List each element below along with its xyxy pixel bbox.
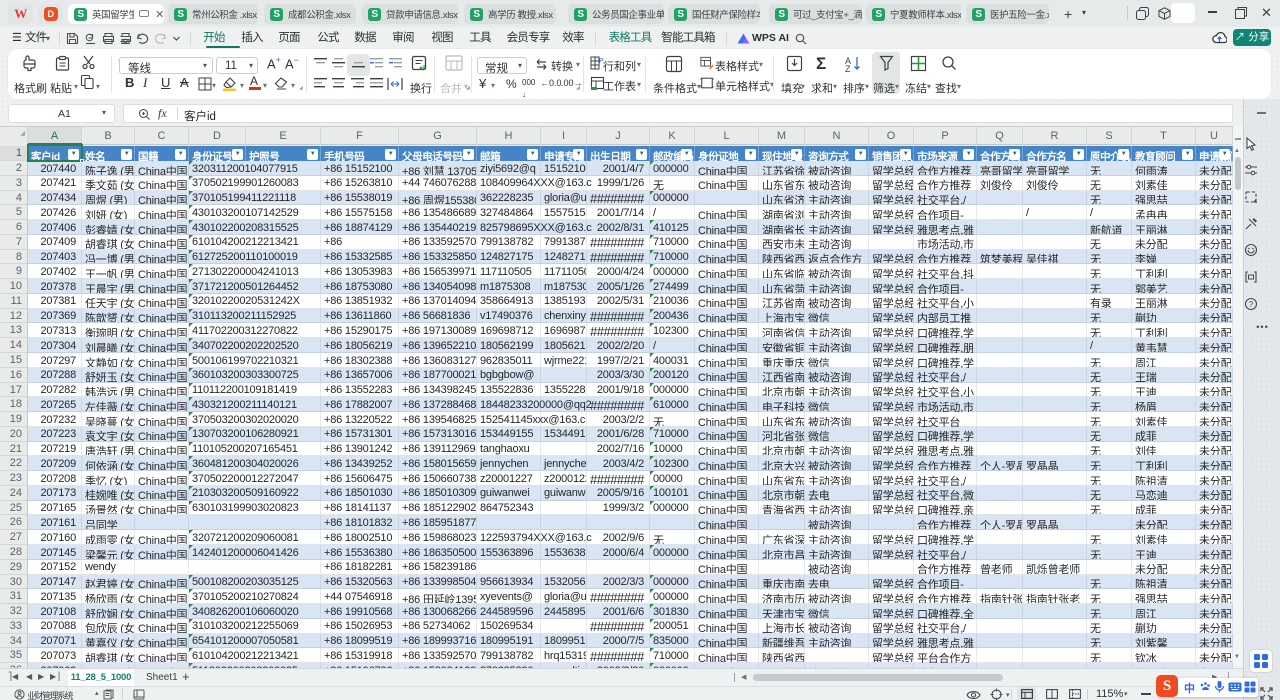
svg-text:?: ?	[1249, 300, 1254, 309]
svg-text:Z: Z	[845, 64, 851, 72]
